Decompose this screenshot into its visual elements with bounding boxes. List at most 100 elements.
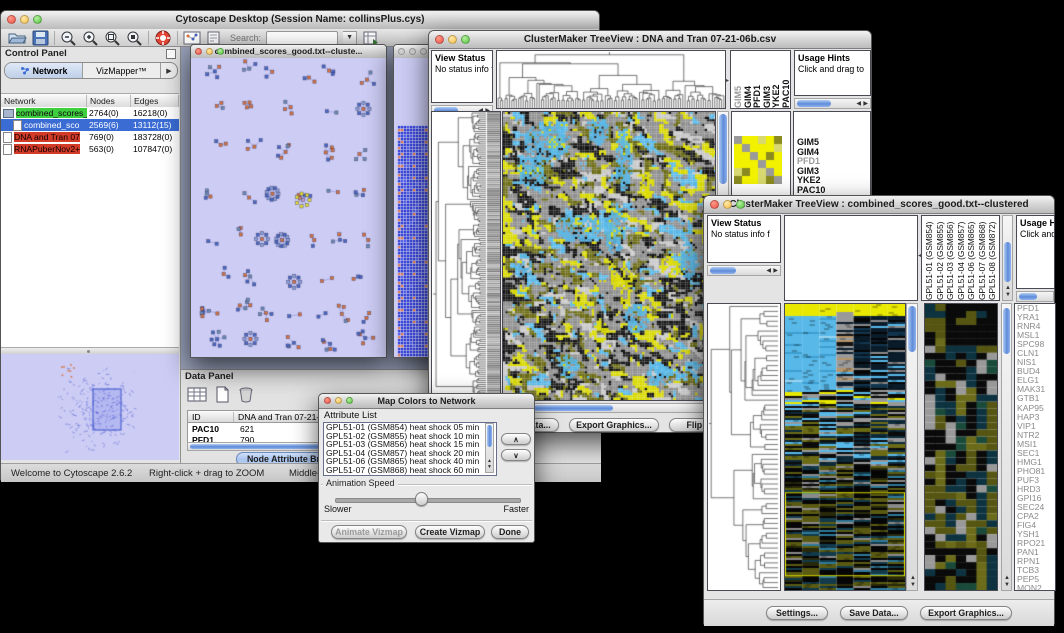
close-button[interactable]: [7, 15, 16, 24]
row-dendrogram-canvas[interactable]: [432, 112, 500, 400]
network-canvas[interactable]: [191, 58, 386, 357]
save-data-button[interactable]: Save Data...: [840, 606, 908, 620]
column-label[interactable]: YKE2: [771, 54, 781, 108]
scroll-up-arrow[interactable]: ▲: [1004, 575, 1010, 581]
scrollbar-thumb[interactable]: [797, 100, 831, 107]
export-graphics-button[interactable]: Export Graphics...: [920, 606, 1012, 620]
move-down-button[interactable]: ∨: [501, 449, 531, 461]
close-button[interactable]: [324, 397, 331, 404]
table-icon[interactable]: [187, 386, 207, 405]
scroll-down-arrow[interactable]: ▼: [1005, 292, 1011, 298]
animate-vizmap-button[interactable]: Animate Vizmap: [331, 525, 407, 539]
column-label[interactable]: GPL51-04 (GSM857): [956, 218, 967, 300]
column-label[interactable]: GPL51-01 (GSM854): [924, 218, 935, 300]
scroll-right-arrow[interactable]: ▶: [863, 101, 868, 107]
trash-icon[interactable]: [238, 386, 254, 405]
scrollbar-thumb[interactable]: [908, 306, 916, 352]
column-label[interactable]: GPL51-07 (GSM868): [977, 218, 988, 300]
column-label[interactable]: GPL51-08 (GSM872): [987, 218, 998, 300]
zoom-button[interactable]: [33, 15, 42, 24]
help-ring-icon[interactable]: [154, 30, 172, 46]
view-status-hscrollbar[interactable]: ◀ ▶: [707, 265, 781, 276]
column-label[interactable]: GPL51-06 (GSM865): [966, 218, 977, 300]
scroll-left-arrow[interactable]: ◀: [856, 101, 861, 107]
scrollbar-thumb[interactable]: [1004, 242, 1011, 282]
attribute-list-vscrollbar[interactable]: ▲ ▼: [485, 423, 494, 473]
scrollbar-thumb[interactable]: [1003, 308, 1010, 354]
scroll-up-arrow[interactable]: ▲: [910, 575, 916, 581]
zoom-button[interactable]: [736, 200, 745, 209]
zoom-button[interactable]: [461, 35, 470, 44]
minimize-button[interactable]: [335, 397, 342, 404]
treeview1-title-bar[interactable]: ClusterMaker TreeView : DNA and Tran 07-…: [429, 31, 871, 49]
zoom-button[interactable]: [217, 48, 224, 55]
scroll-down-arrow[interactable]: ▼: [910, 582, 916, 588]
treeview2-title-bar[interactable]: ClusterMaker TreeView : combined_scores_…: [704, 196, 1054, 214]
search-input[interactable]: [266, 31, 338, 45]
gene-list-vscrollbar[interactable]: ▲ ▼: [1001, 303, 1012, 591]
scroll-right-arrow[interactable]: ▶: [773, 268, 778, 274]
scroll-down-arrow[interactable]: ▼: [487, 464, 492, 470]
row-label[interactable]: PAC10: [797, 186, 870, 196]
zoom-out-icon[interactable]: [60, 30, 77, 46]
column-label[interactable]: GIM4: [743, 54, 753, 108]
heatmap-canvas[interactable]: [785, 304, 905, 590]
scroll-down-arrow[interactable]: ▼: [1004, 582, 1010, 588]
attribute-item[interactable]: GPL51-07 (GSM868) heat shock 60 min: [324, 466, 496, 475]
speed-slider-track[interactable]: [335, 498, 521, 503]
column-labels-vscrollbar[interactable]: ▲ ▼: [1002, 215, 1013, 301]
network-table-row[interactable]: RNAPuberNov2+ 563(0) 107847(0): [1, 143, 179, 155]
dialog-title-bar[interactable]: Map Colors to Network: [319, 394, 534, 409]
zoom-fit-icon[interactable]: [104, 30, 121, 46]
create-vizmap-button[interactable]: Create Vizmap: [415, 525, 485, 539]
zoom-selected-icon[interactable]: [126, 30, 143, 46]
birdseye-view-canvas[interactable]: [1, 354, 179, 460]
open-folder-icon[interactable]: [7, 30, 27, 46]
tab-overflow-arrow[interactable]: ▶: [161, 63, 177, 78]
scrollbar-thumb[interactable]: [533, 405, 613, 411]
tab-vizmapper[interactable]: VizMapper™: [83, 63, 161, 78]
column-dendrogram-canvas[interactable]: [497, 51, 725, 108]
close-button[interactable]: [195, 48, 202, 55]
network-table-row[interactable]: combined_sco 2569(6) 13112(15): [1, 119, 179, 131]
row-dendrogram-canvas[interactable]: [708, 304, 780, 590]
column-label[interactable]: PFD1: [752, 54, 762, 108]
close-button[interactable]: [398, 48, 405, 55]
column-label[interactable]: GPL51-03 (GSM856): [945, 218, 956, 300]
column-label[interactable]: PAC10: [781, 54, 791, 108]
heatmap-canvas[interactable]: [503, 112, 715, 400]
close-button[interactable]: [435, 35, 444, 44]
scrollbar-thumb[interactable]: [487, 425, 492, 447]
zoom-in-icon[interactable]: [82, 30, 99, 46]
gene-label[interactable]: MON2: [1017, 584, 1055, 591]
search-dropdown-arrow[interactable]: ▼: [343, 31, 357, 45]
new-document-icon[interactable]: [215, 386, 230, 405]
move-up-button[interactable]: ∧: [501, 433, 531, 445]
minimize-button[interactable]: [723, 200, 732, 209]
column-label[interactable]: GIM5: [733, 54, 743, 108]
scroll-up-arrow[interactable]: ▲: [1005, 285, 1011, 291]
speed-slider-thumb[interactable]: [415, 492, 428, 506]
minimize-button[interactable]: [409, 48, 416, 55]
usage-hints-hscrollbar[interactable]: ◀ ▶: [794, 98, 871, 109]
float-panel-icon[interactable]: [166, 49, 176, 59]
column-label[interactable]: GIM3: [762, 54, 772, 108]
network-table-row[interactable]: combined_scores_ 2764(0) 16218(0): [1, 107, 179, 119]
scrollbar-thumb[interactable]: [719, 114, 727, 184]
network-table-row[interactable]: DNA and Tran 07 769(0) 183728(0): [1, 131, 179, 143]
scrollbar-thumb[interactable]: [710, 267, 736, 274]
close-button[interactable]: [710, 200, 719, 209]
column-label[interactable]: GPL51-02 (GSM855): [935, 218, 946, 300]
zoom-heatmap-canvas[interactable]: [734, 136, 782, 184]
zoom-button[interactable]: [420, 48, 427, 55]
tab-network[interactable]: Network: [5, 63, 83, 78]
heatmap-vscrollbar[interactable]: ▲ ▼: [906, 303, 918, 591]
network-window-title-bar[interactable]: combined_scores_good.txt--cluste...: [191, 45, 386, 59]
minimize-button[interactable]: [206, 48, 213, 55]
zoom-heatmap-canvas[interactable]: [925, 304, 997, 590]
minimize-button[interactable]: [448, 35, 457, 44]
main-title-bar[interactable]: Cytoscape Desktop (Session Name: collins…: [1, 11, 599, 30]
save-icon[interactable]: [32, 30, 49, 46]
minimize-button[interactable]: [20, 15, 29, 24]
scroll-left-arrow[interactable]: ◀: [766, 268, 771, 274]
